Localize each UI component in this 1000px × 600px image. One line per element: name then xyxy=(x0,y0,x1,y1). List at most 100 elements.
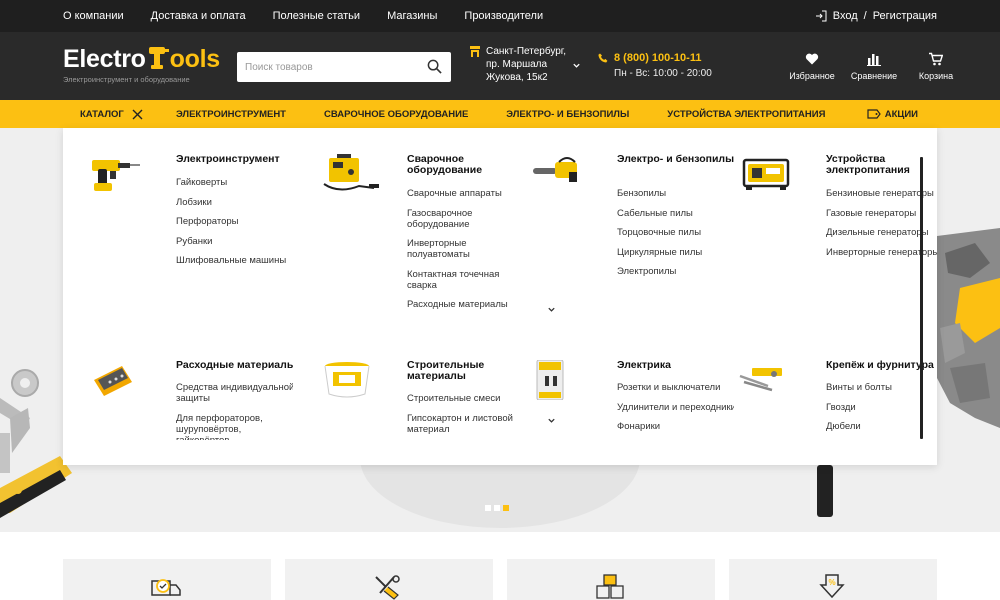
category-nav: Электроинструмент Сварочное оборудование… xyxy=(176,100,825,128)
favorites-button[interactable]: Избранное xyxy=(781,52,843,81)
breaker-image xyxy=(536,360,564,400)
category-consumables: Расходные материалы Средства индивидуаль… xyxy=(88,360,293,440)
auth-separator: / xyxy=(863,10,867,22)
tools-icon xyxy=(375,575,400,600)
subcategory-link[interactable]: Лобзики xyxy=(176,197,296,208)
subcategory-link[interactable]: Расходные материалы xyxy=(407,299,527,310)
subcategory-link[interactable]: Удлинители и переходники xyxy=(617,402,734,413)
compare-label: Сравнение xyxy=(850,71,898,81)
generator-image xyxy=(742,158,790,190)
subcategory-link[interactable]: Строительные смеси xyxy=(407,393,527,404)
store-icon xyxy=(470,46,480,57)
subcategory-link[interactable]: Розетки и выключатели xyxy=(617,382,734,393)
top-nav-manufacturers[interactable]: Производители xyxy=(464,10,543,22)
search-icon[interactable] xyxy=(427,59,442,74)
top-nav-about[interactable]: О компании xyxy=(63,10,124,22)
tag-icon xyxy=(867,109,881,119)
close-icon xyxy=(132,109,143,119)
catnav-power-tools[interactable]: Электроинструмент xyxy=(176,109,286,120)
subcategory-link[interactable]: Гайковерты xyxy=(176,177,296,188)
discount-icon: % xyxy=(819,574,845,599)
chevron-down-icon xyxy=(573,63,580,68)
chevron-down-icon[interactable] xyxy=(547,305,556,314)
subcategory-link[interactable]: Рубанки xyxy=(176,236,296,247)
category-welding: Сварочное оборудование Сварочные аппарат… xyxy=(319,154,555,324)
subcategory-link[interactable]: Газосварочное оборудование xyxy=(407,208,527,230)
delivery-icon xyxy=(151,579,181,596)
logo-text-part2: ools xyxy=(169,45,221,73)
svg-text:%: % xyxy=(828,578,835,587)
subcategory-link[interactable]: Торцовочные пилы xyxy=(617,227,737,238)
category-electrics: Электрика Розетки и выключатели Удлините… xyxy=(529,360,734,437)
boxes-icon xyxy=(596,574,624,599)
top-nav-articles[interactable]: Полезные статьи xyxy=(273,10,360,22)
subcategory-link[interactable]: Перфораторы xyxy=(176,216,296,227)
city-line2: пр. Маршала xyxy=(486,59,548,70)
search-input[interactable] xyxy=(237,52,417,82)
top-nav-stores[interactable]: Магазины xyxy=(387,10,437,22)
register-link[interactable]: Регистрация xyxy=(873,10,937,22)
subcategory-link[interactable]: Сабельные пилы xyxy=(617,208,737,219)
bucket-image xyxy=(324,362,370,398)
feature-card-assortment[interactable] xyxy=(507,559,715,600)
phone-number[interactable]: 8 (800) 100-10-11 xyxy=(614,52,701,64)
feature-card-service[interactable] xyxy=(285,559,493,600)
category-title[interactable]: Строительные материалы xyxy=(407,360,527,382)
dropdown-scrollbar[interactable] xyxy=(920,157,923,439)
bits-image xyxy=(94,366,132,396)
top-nav: О компании Доставка и оплата Полезные ст… xyxy=(63,0,543,32)
category-power-tools: Электроинструмент Гайковерты Лобзики Пер… xyxy=(88,154,293,274)
compare-button[interactable]: Сравнение xyxy=(843,52,905,81)
subcategory-link[interactable]: Инверторные полуавтоматы xyxy=(407,238,527,260)
drill-image xyxy=(92,160,140,191)
subcategory-link[interactable]: Шлифовальные машины xyxy=(176,255,296,266)
phone-block: 8 (800) 100-10-11 Пн - Вс: 10:00 - 20:00 xyxy=(598,52,712,79)
catalog-dropdown: Электроинструмент Гайковерты Лобзики Пер… xyxy=(63,128,937,465)
subcategory-link[interactable]: Контактная точечная сварка xyxy=(407,269,527,291)
slider-dot-3[interactable] xyxy=(503,505,509,511)
city-line3: Жукова, 15к2 xyxy=(486,72,548,83)
login-link[interactable]: Вход xyxy=(833,10,858,22)
slider-dots xyxy=(485,505,509,511)
catnav-saws[interactable]: Электро- и бензопилы xyxy=(506,109,629,120)
slider-dot-1[interactable] xyxy=(485,505,491,511)
category-title[interactable]: Сварочное оборудование xyxy=(407,154,527,176)
feature-card-delivery[interactable] xyxy=(63,559,271,600)
category-title[interactable]: Электроинструмент xyxy=(176,154,296,165)
login-icon xyxy=(815,10,827,22)
subcategory-link[interactable]: Бензопилы xyxy=(617,188,737,199)
phone-icon xyxy=(598,53,608,63)
subcategory-link[interactable]: Гипсокартон и листовой материал xyxy=(407,413,527,435)
favorites-label: Избранное xyxy=(789,71,835,81)
logo[interactable]: Electro ools Электроинструмент и оборудов… xyxy=(63,44,220,84)
top-nav-delivery[interactable]: Доставка и оплата xyxy=(151,10,246,22)
catnav-welding[interactable]: Сварочное оборудование xyxy=(324,109,468,120)
subcategory-link[interactable]: Циркулярные пилы xyxy=(617,247,737,258)
subcategory-link[interactable]: Для перфораторов, шуруповёртов, гайковёр… xyxy=(176,413,293,441)
subcategory-link[interactable]: Средства индивидуальной защиты xyxy=(176,382,293,404)
logo-text-part1: Electro xyxy=(63,45,146,73)
compare-icon xyxy=(867,54,881,66)
promo-link[interactable]: Акции xyxy=(867,100,918,128)
cart-icon xyxy=(929,52,943,66)
auth-links: Вход / Регистрация xyxy=(815,0,937,32)
category-fasteners: Крепёж и фурнитура Винты и болты Гвозди … xyxy=(738,360,937,440)
promo-label: Акции xyxy=(884,108,918,120)
catalog-toggle[interactable]: Каталог xyxy=(80,100,143,128)
category-title[interactable]: Электрика xyxy=(617,360,734,371)
category-title[interactable]: Электро- и бензопилы xyxy=(617,154,737,165)
cart-label: Корзина xyxy=(918,71,954,81)
subcategory-link[interactable]: Электропилы xyxy=(617,266,737,277)
subcategory-link[interactable]: Сварочные аппараты xyxy=(407,188,527,199)
chainsaw-image xyxy=(533,157,577,182)
feature-card-discounts[interactable]: % xyxy=(729,559,937,600)
header: Electro ools Электроинструмент и оборудов… xyxy=(0,32,1000,100)
slider-dot-2[interactable] xyxy=(494,505,500,511)
category-title[interactable]: Расходные материалы xyxy=(176,360,293,371)
category-saws: Электро- и бензопилы Бензопилы Сабельные… xyxy=(529,154,734,284)
subcategory-link[interactable]: Фонарики xyxy=(617,421,734,432)
catnav-power-supply[interactable]: Устройства электропитания xyxy=(667,109,825,120)
city-selector[interactable]: Санкт-Петербург, пр. Маршала Жукова, 15к… xyxy=(470,45,581,84)
cart-button[interactable]: Корзина xyxy=(905,52,967,81)
logo-drill-icon xyxy=(148,47,169,69)
